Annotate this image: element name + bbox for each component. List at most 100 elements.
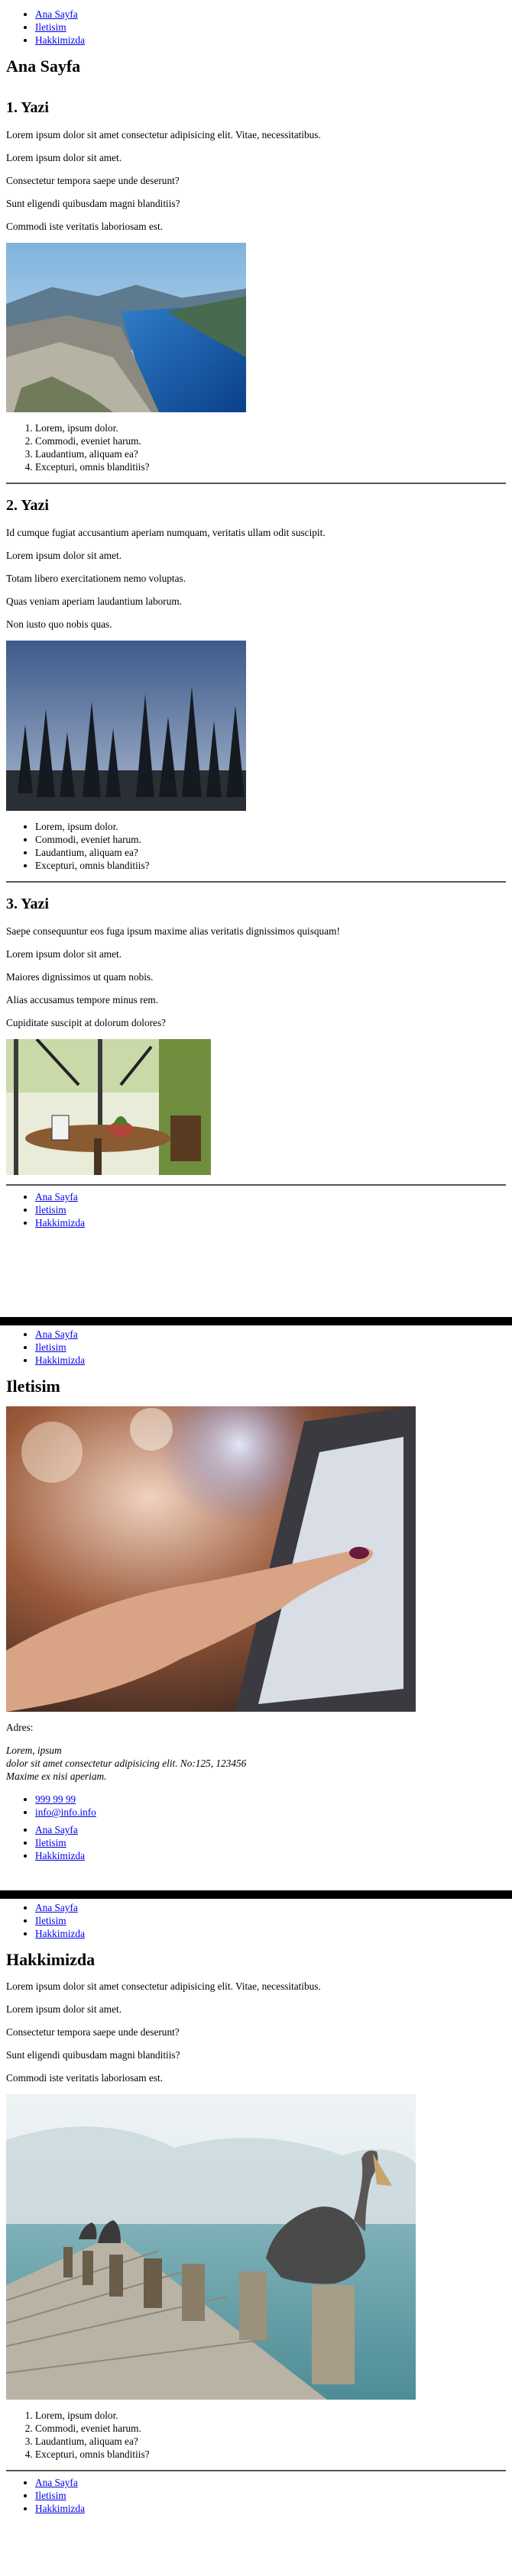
- list-item: Excepturi, omnis blanditiis?: [35, 2448, 506, 2461]
- post-paragraph: Id cumque fugiat accusantium aperiam num…: [6, 527, 326, 538]
- nav-link-about[interactable]: Hakkimizda: [35, 34, 85, 46]
- post-paragraph: Consectetur tempora saepe unde deserunt?: [6, 175, 180, 186]
- nav-link-contact[interactable]: Iletisim: [35, 2490, 66, 2501]
- email-link[interactable]: info@info.info: [35, 1806, 96, 1818]
- post-paragraph: Maiores dignissimos ut quam nobis.: [6, 971, 154, 983]
- pelican-pier-image: [6, 2094, 506, 2400]
- address-line: dolor sit amet consectetur adipisicing e…: [6, 1758, 247, 1769]
- address-label: Adres:: [6, 1722, 34, 1733]
- nav-item: Hakkimizda: [35, 1849, 506, 1862]
- hand-tablet-image: [6, 1406, 506, 1712]
- cafe-table-image: [6, 1039, 506, 1175]
- post-paragraph: Lorem ipsum dolor sit amet.: [6, 948, 122, 960]
- footer-nav-menu: Ana Sayfa Iletisim Hakkimizda: [6, 1186, 506, 1229]
- address-line: Lorem, ipsum: [6, 1745, 62, 1756]
- nav-link-contact[interactable]: Iletisim: [35, 1915, 66, 1926]
- nav-link-home[interactable]: Ana Sayfa: [35, 1824, 78, 1835]
- nav-item: Ana Sayfa: [35, 1901, 506, 1914]
- about-ordered-list: Lorem, ipsum dolor. Commodi, eveniet har…: [6, 2409, 506, 2461]
- nav-item: Iletisim: [35, 1914, 506, 1927]
- about-page: Ana Sayfa Iletisim Hakkimizda Hakkimizda…: [0, 1899, 512, 2576]
- nav-link-home[interactable]: Ana Sayfa: [35, 2477, 78, 2488]
- nav-link-home[interactable]: Ana Sayfa: [35, 1902, 78, 1913]
- post-paragraph: Non iusto quo nobis quas.: [6, 618, 112, 630]
- list-item: info@info.info: [35, 1806, 506, 1819]
- contact-list: 999 99 99 info@info.info: [6, 1793, 506, 1819]
- about-paragraph: Consectetur tempora saepe unde deserunt?: [6, 2026, 180, 2038]
- nav-menu: Ana Sayfa Iletisim Hakkimizda: [6, 0, 506, 47]
- fjord-landscape-image: [6, 243, 506, 412]
- nav-link-about[interactable]: Hakkimizda: [35, 2503, 85, 2514]
- nav-link-about[interactable]: Hakkimizda: [35, 1354, 85, 1366]
- nav-link-contact[interactable]: Iletisim: [35, 1837, 66, 1848]
- about-paragraph: Commodi iste veritatis laboriosam est.: [6, 2072, 163, 2084]
- nav-link-contact[interactable]: Iletisim: [35, 1204, 66, 1215]
- nav-item: Iletisim: [35, 21, 506, 34]
- post-paragraph: Lorem ipsum dolor sit amet.: [6, 550, 122, 561]
- nav-link-home[interactable]: Ana Sayfa: [35, 1328, 78, 1340]
- list-item: Commodi, eveniet harum.: [35, 434, 506, 447]
- nav-item: Iletisim: [35, 2489, 506, 2502]
- post-paragraph: Totam libero exercitationem nemo volupta…: [6, 573, 186, 584]
- list-item: Laudantium, aliquam ea?: [35, 447, 506, 460]
- nav-item: Ana Sayfa: [35, 1190, 506, 1203]
- home-page: Ana Sayfa Iletisim Hakkimizda Ana Sayfa …: [0, 0, 512, 1317]
- nav-menu: Ana Sayfa Iletisim Hakkimizda: [6, 1899, 506, 1940]
- nav-link-about[interactable]: Hakkimizda: [35, 1928, 85, 1939]
- list-item: Lorem, ipsum dolor.: [35, 820, 506, 833]
- nav-item: Ana Sayfa: [35, 1823, 506, 1836]
- nav-link-contact[interactable]: Iletisim: [35, 21, 66, 33]
- nav-link-about[interactable]: Hakkimizda: [35, 1217, 85, 1228]
- footer-nav-menu: Ana Sayfa Iletisim Hakkimizda: [6, 1819, 506, 1862]
- list-item: Laudantium, aliquam ea?: [35, 846, 506, 859]
- post-heading: 3. Yazi: [6, 896, 49, 912]
- post-ordered-list: Lorem, ipsum dolor. Commodi, eveniet har…: [6, 421, 506, 473]
- about-paragraph: Lorem ipsum dolor sit amet.: [6, 2003, 122, 2015]
- page-separator: [0, 1890, 512, 1899]
- nav-link-home[interactable]: Ana Sayfa: [35, 1191, 78, 1202]
- nav-item: Ana Sayfa: [35, 8, 506, 21]
- post: 1. Yazi Lorem ipsum dolor sit amet conse…: [6, 86, 506, 484]
- list-item: Excepturi, omnis blanditiis?: [35, 859, 506, 872]
- nav-link-home[interactable]: Ana Sayfa: [35, 8, 78, 20]
- nav-link-contact[interactable]: Iletisim: [35, 1341, 66, 1353]
- page-title: Iletisim: [6, 1377, 60, 1396]
- list-item: Lorem, ipsum dolor.: [35, 2409, 506, 2422]
- nav-item: Hakkimizda: [35, 1354, 506, 1367]
- nav-item: Hakkimizda: [35, 2502, 506, 2515]
- nav-item: Iletisim: [35, 1203, 506, 1216]
- list-item: Commodi, eveniet harum.: [35, 833, 506, 846]
- list-item: Lorem, ipsum dolor.: [35, 421, 506, 434]
- nav-link-about[interactable]: Hakkimizda: [35, 1850, 85, 1861]
- post-paragraph: Cupiditate suscipit at dolorum dolores?: [6, 1017, 167, 1028]
- post-paragraph: Lorem ipsum dolor sit amet.: [6, 152, 122, 163]
- contact-page: Ana Sayfa Iletisim Hakkimizda Iletisim: [0, 1325, 512, 1890]
- about-paragraph: Sunt eligendi quibusdam magni blanditiis…: [6, 2049, 180, 2061]
- list-item: Commodi, eveniet harum.: [35, 2422, 506, 2435]
- nav-item: Hakkimizda: [35, 1927, 506, 1940]
- nav-item: Ana Sayfa: [35, 1328, 506, 1341]
- post-paragraph: Saepe consequuntur eos fuga ipsum maxime…: [6, 925, 340, 937]
- nav-item: Iletisim: [35, 1836, 506, 1849]
- post: 3. Yazi Saepe consequuntur eos fuga ipsu…: [6, 883, 506, 1186]
- post-paragraph: Sunt eligendi quibusdam magni blanditiis…: [6, 198, 180, 209]
- post-paragraph: Lorem ipsum dolor sit amet consectetur a…: [6, 129, 321, 140]
- post: 2. Yazi Id cumque fugiat accusantium ape…: [6, 484, 506, 883]
- footer-nav-menu: Ana Sayfa Iletisim Hakkimizda: [6, 2471, 506, 2515]
- post-bullet-list: Lorem, ipsum dolor. Commodi, eveniet har…: [6, 820, 506, 872]
- page-title: Ana Sayfa: [6, 56, 81, 76]
- post-heading: 1. Yazi: [6, 99, 49, 116]
- page-title: Hakkimizda: [6, 1950, 96, 1969]
- post-paragraph: Alias accusamus tempore minus rem.: [6, 994, 159, 1006]
- post-heading: 2. Yazi: [6, 497, 49, 514]
- address: Lorem, ipsum dolor sit amet consectetur …: [6, 1744, 506, 1783]
- page-separator: [0, 1317, 512, 1325]
- nav-menu: Ana Sayfa Iletisim Hakkimizda: [6, 1325, 506, 1367]
- phone-link[interactable]: 999 99 99: [35, 1793, 76, 1805]
- list-item: Laudantium, aliquam ea?: [35, 2435, 506, 2448]
- post-paragraph: Commodi iste veritatis laboriosam est.: [6, 221, 163, 232]
- about-paragraph: Lorem ipsum dolor sit amet consectetur a…: [6, 1980, 321, 1992]
- post-paragraph: Quas veniam aperiam laudantium laborum.: [6, 596, 183, 607]
- list-item: Excepturi, omnis blanditiis?: [35, 460, 506, 473]
- nav-item: Ana Sayfa: [35, 2476, 506, 2489]
